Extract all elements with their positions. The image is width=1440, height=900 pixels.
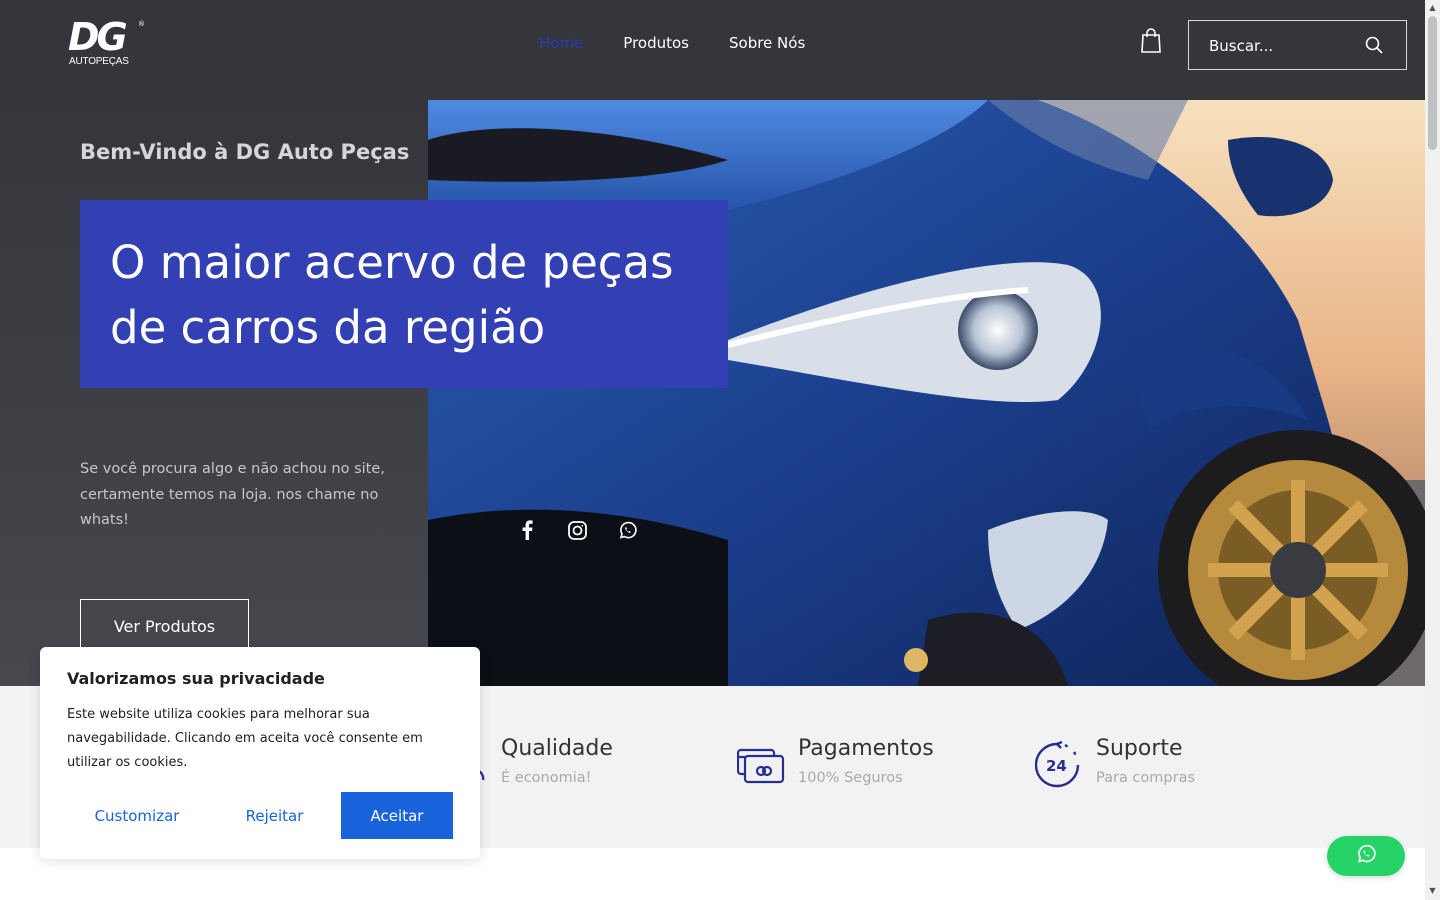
search-input[interactable] xyxy=(1209,35,1359,57)
page-scrollbar[interactable]: ▲ ▼ xyxy=(1425,0,1440,900)
nav-item-sobre-nos[interactable]: Sobre Nós xyxy=(729,33,805,53)
hero-description: Se você procura algo e não achou no site… xyxy=(80,461,385,528)
nav-item-home[interactable]: Home xyxy=(539,33,583,53)
hero-headline: O maior acervo de peças de carros da reg… xyxy=(110,230,710,360)
svg-text:24: 24 xyxy=(1046,757,1067,775)
hero-headline-line1: O maior acervo de peças xyxy=(110,236,674,289)
feature-title: Pagamentos xyxy=(798,736,934,761)
cookie-title: Valorizamos sua privacidade xyxy=(67,669,325,688)
main-nav: Home Produtos Sobre Nós xyxy=(539,33,805,53)
scrollbar-thumb[interactable] xyxy=(1428,16,1437,150)
floating-whatsapp-button[interactable] xyxy=(1327,836,1405,876)
payment-cards-icon xyxy=(736,740,787,790)
nav-item-produtos[interactable]: Produtos xyxy=(623,33,689,53)
scroll-down-arrow-icon[interactable]: ▼ xyxy=(1428,886,1437,895)
instagram-icon[interactable] xyxy=(567,519,587,541)
social-links xyxy=(517,519,637,541)
brand-logo[interactable]: DG ® AUTOPEÇAS xyxy=(68,16,148,70)
feature-subtitle: 100% Seguros xyxy=(798,770,903,786)
cookie-customize-button[interactable]: Customizar xyxy=(67,792,207,839)
hero-headline-line2: de carros da região xyxy=(110,301,546,354)
facebook-icon[interactable] xyxy=(517,519,537,541)
site-header: DG ® AUTOPEÇAS Home Produtos Sobre Nós xyxy=(0,0,1425,100)
cookie-reject-button[interactable]: Rejeitar xyxy=(217,792,332,839)
search-icon[interactable] xyxy=(1364,35,1384,55)
logo-registered-mark: ® xyxy=(138,20,145,28)
feature-title: Suporte xyxy=(1096,736,1183,761)
search-box xyxy=(1188,20,1407,70)
feature-subtitle: É economia! xyxy=(501,770,592,786)
scroll-up-arrow-icon[interactable]: ▲ xyxy=(1428,3,1437,12)
feature-title: Qualidade xyxy=(501,736,613,761)
whatsapp-icon xyxy=(1356,844,1376,868)
cookie-text: Este website utiliza cookies para melhor… xyxy=(67,707,423,770)
shopping-bag-icon[interactable] xyxy=(1140,28,1162,54)
hero-headline-box: O maior acervo de peças de carros da reg… xyxy=(80,200,728,388)
logo-subtitle: AUTOPEÇAS xyxy=(69,56,129,67)
hero-welcome-text: Bem-Vindo à DG Auto Peças xyxy=(80,140,410,164)
ver-produtos-button[interactable]: Ver Produtos xyxy=(80,599,249,653)
cookie-accept-button[interactable]: Aceitar xyxy=(341,792,453,839)
feature-subtitle: Para compras xyxy=(1096,770,1196,786)
cookie-consent-banner: Valorizamos sua privacidade Este website… xyxy=(40,647,480,859)
logo-mark: DG xyxy=(68,15,128,59)
whatsapp-icon[interactable] xyxy=(617,519,637,541)
support-24h-icon: 24 xyxy=(1034,740,1085,790)
hero-car-image xyxy=(428,100,1425,686)
